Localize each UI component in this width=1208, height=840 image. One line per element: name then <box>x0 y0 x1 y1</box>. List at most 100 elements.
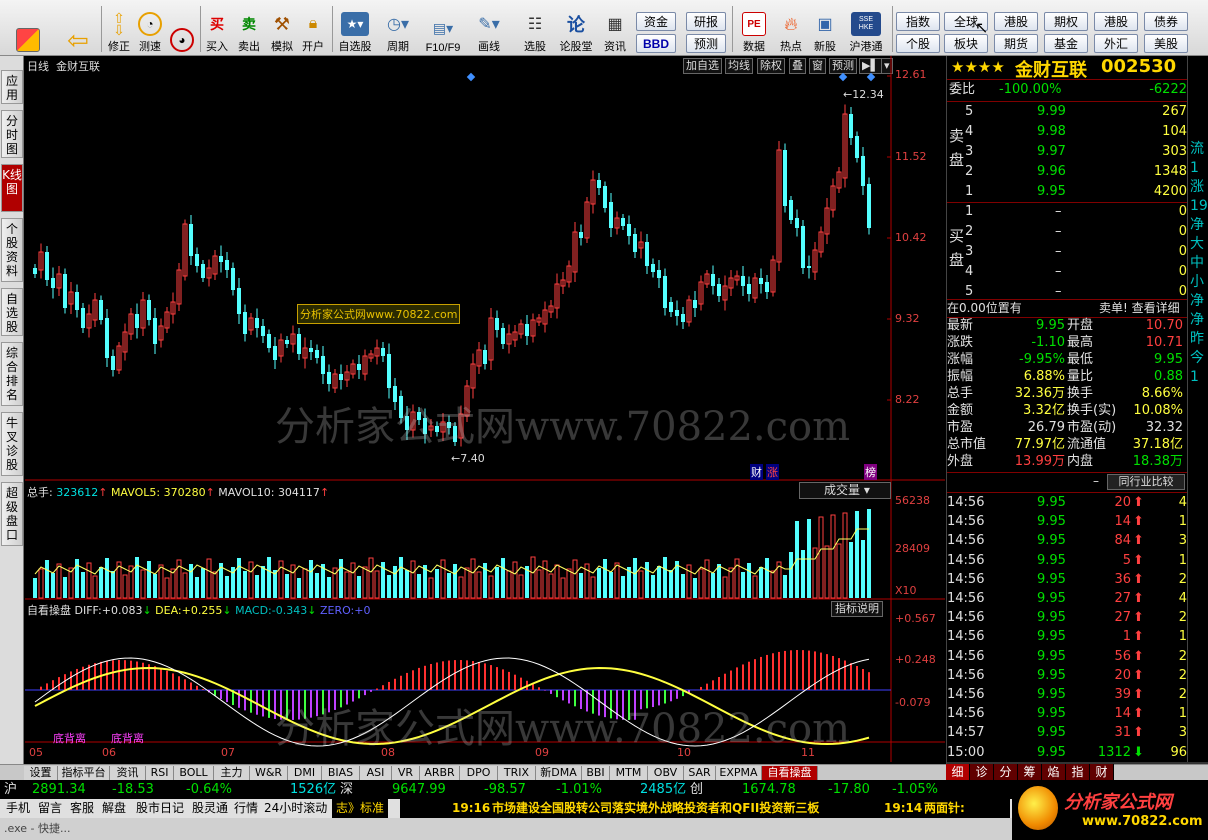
rise-marker[interactable]: 涨 <box>766 464 779 480</box>
sell-button[interactable]: 卖卖出 <box>234 4 264 54</box>
watchlist-button[interactable]: ★▾ 自选股 <box>334 4 376 54</box>
finance-marker[interactable]: 财 <box>750 464 763 480</box>
tab-super-order[interactable]: 超级盘口 <box>1 482 23 546</box>
us-stock-button[interactable]: 美股 <box>1144 34 1188 53</box>
sell-level-row[interactable]: 1 9.95 4200 <box>947 182 1187 202</box>
speed-test-button[interactable]: ◔ 测速 <box>134 4 166 54</box>
collapse-icon[interactable]: – <box>1093 474 1099 488</box>
indicator-tab[interactable]: ASI <box>360 766 392 780</box>
tab-intraday[interactable]: 分时图 <box>1 110 23 158</box>
hk-stock2-button[interactable]: 港股 <box>1094 12 1138 31</box>
f10-button[interactable]: ▤▾ F10/F9 <box>420 4 466 55</box>
quote-tab[interactable]: 分 <box>994 764 1018 780</box>
indicator-tab[interactable]: BIAS <box>322 766 360 780</box>
connect-button[interactable]: SSE HKE 沪港通 <box>844 4 888 54</box>
news-button[interactable]: ▦ 资讯 <box>598 4 632 54</box>
candle-body <box>297 334 301 354</box>
simulate-button[interactable]: ⚒ 模拟 <box>266 4 298 54</box>
peer-compare-button[interactable]: 同行业比较 <box>1107 474 1185 490</box>
indicator-tab[interactable]: 设置 <box>24 766 58 780</box>
indicator-tab[interactable]: DMI <box>288 766 322 780</box>
sell-level-row[interactable]: 5 9.99 267 <box>947 102 1187 122</box>
index-button[interactable]: 指数 <box>896 12 940 31</box>
indicator-tab[interactable]: W&R <box>250 766 288 780</box>
buy-level-row[interactable]: 5 – 0 <box>947 282 1187 302</box>
indicator-tab[interactable]: DPO <box>460 766 498 780</box>
indicator-tab[interactable]: ARBR <box>420 766 460 780</box>
indicator-explain-button[interactable]: 指标说明 <box>831 601 883 617</box>
service-link[interactable]: 客服 <box>70 799 94 818</box>
sell-level-row[interactable]: 2 9.96 1348 <box>947 162 1187 182</box>
mobile-link[interactable]: 手机 <box>6 799 30 818</box>
quote-tab[interactable]: 焰 <box>1042 764 1066 780</box>
indicator-tab[interactable]: MTM <box>610 766 648 780</box>
tab-app[interactable]: 应用 <box>1 70 23 104</box>
capital-button[interactable]: 资金 <box>636 12 676 31</box>
tab-ranking[interactable]: 综合排名 <box>1 342 23 406</box>
message-link[interactable]: 留言 <box>38 799 62 818</box>
stock-pick-button[interactable]: ☷ 选股 <box>518 4 552 54</box>
news-headline[interactable]: 市场建设全国股转公司落实境外战略投资者和QFII投资新三板 <box>492 799 819 818</box>
indicator-tab[interactable]: RSI <box>146 766 174 780</box>
indicator-tab[interactable]: BBI <box>582 766 610 780</box>
single-stock-button[interactable]: 个股 <box>896 34 940 53</box>
quote-tab[interactable]: 指 <box>1066 764 1090 780</box>
quote-tab[interactable]: 筹 <box>1018 764 1042 780</box>
indicator-tab[interactable]: SAR <box>684 766 716 780</box>
bbd-button[interactable]: BBD <box>636 34 676 53</box>
hk-stock-button[interactable]: 港股 <box>994 12 1038 31</box>
buy-level-row[interactable]: 1 – 0 <box>947 202 1187 222</box>
hotspot-button[interactable]: 🔥︎ 热点 <box>774 4 808 54</box>
analysis-link[interactable]: 解盘 <box>102 799 126 818</box>
forex-button[interactable]: 外汇 <box>1094 34 1138 53</box>
indicator-select[interactable]: 成交量 ▾ <box>799 482 891 499</box>
stock-spirit-link[interactable]: 股灵通 <box>192 799 228 818</box>
clock2-button[interactable]: ◕ <box>166 4 198 54</box>
indicator-tab[interactable]: 资讯 <box>110 766 146 780</box>
open-account-button[interactable]: 🔒︎ 开户 <box>298 4 328 54</box>
volume-bar <box>645 562 649 598</box>
indicator-tab[interactable]: BOLL <box>174 766 214 780</box>
indicator-tab[interactable]: TRIX <box>498 766 536 780</box>
diary-link[interactable]: 股市日记 <box>136 799 184 818</box>
refresh-button[interactable]: ⇧ ⇩ 修正 <box>104 4 134 54</box>
sell-level-row[interactable]: 3 9.97 303 <box>947 142 1187 162</box>
indicator-tab[interactable]: OBV <box>648 766 684 780</box>
tab-diagnosis[interactable]: 牛叉诊股 <box>1 412 23 476</box>
sell-level-row[interactable]: 4 9.98 104 <box>947 122 1187 142</box>
research-button[interactable]: 研报 <box>686 12 726 31</box>
futures-button[interactable]: 期货 <box>994 34 1038 53</box>
buy-level-row[interactable]: 2 – 0 <box>947 222 1187 242</box>
quote-link[interactable]: 行情 <box>234 799 258 818</box>
kline-chart-area[interactable]: 日线 金财互联 加自选 均线 除权 叠 窗 预测 ▶▌ ▾ 12.61 11.5… <box>25 56 945 764</box>
tab-stock-info[interactable]: 个股资料 <box>1 218 23 282</box>
bond-button[interactable]: 债券 <box>1144 12 1188 31</box>
options-button[interactable]: 期权 <box>1044 12 1088 31</box>
forum-button[interactable]: 论论股堂 <box>556 4 596 54</box>
indicator-tab[interactable]: 自看操盘 <box>762 766 818 780</box>
period-button[interactable]: ◷▾ 周期 <box>378 4 418 54</box>
buy-level-row[interactable]: 4 – 0 <box>947 262 1187 282</box>
high-price-value: 12.34 <box>852 88 884 101</box>
back-button[interactable]: ⇦ <box>60 4 96 55</box>
indicator-tab[interactable]: EXPMA <box>716 766 762 780</box>
tab-kline[interactable]: K线图 <box>1 164 23 212</box>
rolling-news-link[interactable]: 24小时滚动 <box>264 799 327 818</box>
data-button[interactable]: PE 数据 <box>736 4 772 54</box>
buy-level-row[interactable]: 3 – 0 <box>947 242 1187 262</box>
indicator-tab[interactable]: VR <box>392 766 420 780</box>
forecast-button[interactable]: 预测 <box>686 34 726 53</box>
indicator-tab[interactable]: 新DMA <box>536 766 582 780</box>
tab-watchlist[interactable]: 自选股 <box>1 288 23 336</box>
draw-line-button[interactable]: ✎▾ 画线 <box>470 4 508 54</box>
rank-marker[interactable]: 榜 <box>864 464 877 480</box>
new-stock-button[interactable]: ▣ 新股 <box>808 4 842 54</box>
buy-button[interactable]: 买买入 <box>202 4 232 54</box>
quote-tab[interactable]: 财 <box>1090 764 1114 780</box>
quote-tab[interactable]: 诊 <box>970 764 994 780</box>
fund-button[interactable]: 基金 <box>1044 34 1088 53</box>
home-button[interactable] <box>8 4 48 54</box>
indicator-tab[interactable]: 主力 <box>214 766 250 780</box>
quote-tab[interactable]: 细 <box>946 764 970 780</box>
indicator-tab[interactable]: 指标平台 <box>58 766 110 780</box>
